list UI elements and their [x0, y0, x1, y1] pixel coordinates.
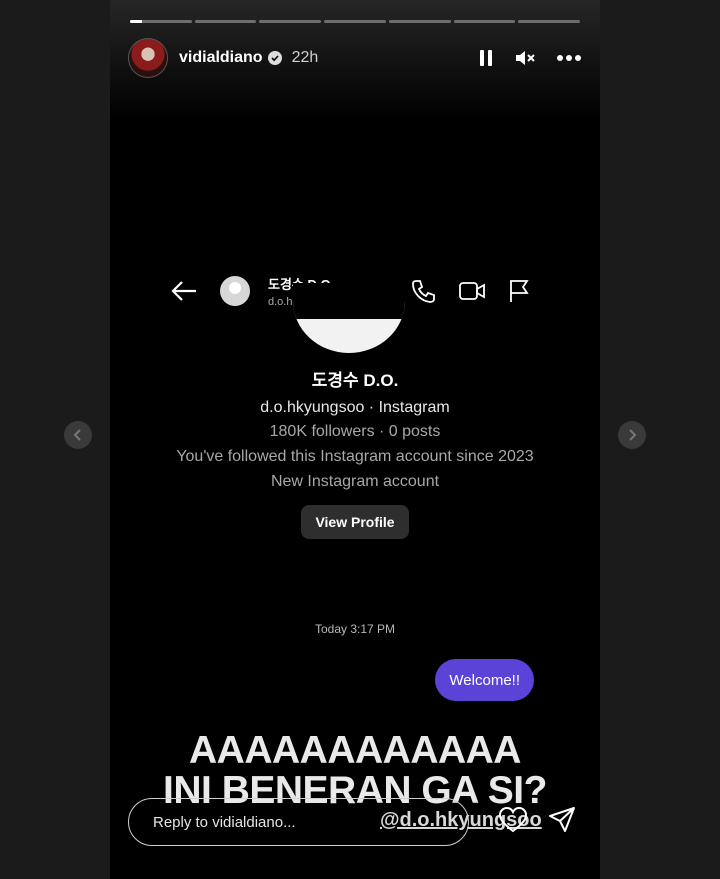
- verified-badge-icon: [267, 51, 282, 65]
- pause-icon: [480, 50, 492, 66]
- profile-subtitle: d.o.hkyungsoo · Instagram: [260, 399, 450, 416]
- story-header: vidialdiano 22h: [128, 38, 582, 78]
- progress-fill: [130, 20, 143, 23]
- progress-segment: [259, 20, 322, 23]
- message-timestamp: Today 3:17 PM: [314, 622, 396, 636]
- caption-line-1: AAAAAAAAAAAA: [189, 729, 521, 772]
- progress-segment: [130, 20, 192, 23]
- dm-actions: [410, 278, 530, 304]
- more-icon: [557, 55, 581, 61]
- mute-icon: [516, 51, 535, 65]
- account-note: New Instagram account: [270, 473, 440, 490]
- progress-segment: [388, 20, 451, 23]
- username[interactable]: vidialdiano: [179, 49, 263, 67]
- chevron-left-icon: [73, 429, 81, 441]
- profile-picture: [293, 283, 405, 353]
- reply-input[interactable]: Reply to vidialdiano...: [128, 798, 469, 846]
- mute-button[interactable]: [514, 48, 536, 68]
- more-options-button[interactable]: [556, 54, 582, 62]
- phone-icon: [412, 280, 435, 303]
- header-actions: [478, 48, 582, 68]
- profile-info: 도경수 D.O. d.o.hkyungsoo · Instagram 180K …: [110, 366, 600, 539]
- story-progress: [130, 20, 581, 23]
- back-arrow-icon: [171, 281, 196, 301]
- progress-segment: [324, 20, 386, 23]
- progress-segment: [453, 20, 516, 23]
- progress-segment: [194, 20, 257, 23]
- reply-actions: [498, 806, 576, 839]
- progress-segment: [518, 20, 581, 23]
- flag-icon: [510, 280, 529, 302]
- followed-since: You've followed this Instagram account s…: [176, 448, 534, 465]
- post-time: 22h: [291, 49, 319, 66]
- profile-stats: 180K followers · 0 posts: [269, 423, 441, 440]
- view-profile-button: View Profile: [301, 505, 409, 539]
- dm-avatar: [220, 276, 250, 306]
- share-button[interactable]: [548, 806, 576, 839]
- heart-icon: [498, 806, 528, 832]
- previous-story-button[interactable]: [64, 421, 92, 449]
- video-icon: [459, 282, 485, 300]
- profile-name: 도경수 D.O.: [311, 371, 399, 390]
- reply-bar: Reply to vidialdiano...: [128, 796, 582, 848]
- like-button[interactable]: [498, 806, 528, 839]
- next-story-button[interactable]: [618, 421, 646, 449]
- send-icon: [549, 806, 575, 832]
- chevron-right-icon: [629, 429, 637, 441]
- avatar[interactable]: [128, 38, 168, 78]
- pause-button[interactable]: [478, 48, 494, 68]
- story-viewer: vidialdiano 22h 도경수 D.O. d.o.hkyungsoo: [110, 0, 600, 879]
- message-bubble: Welcome!!: [435, 659, 534, 701]
